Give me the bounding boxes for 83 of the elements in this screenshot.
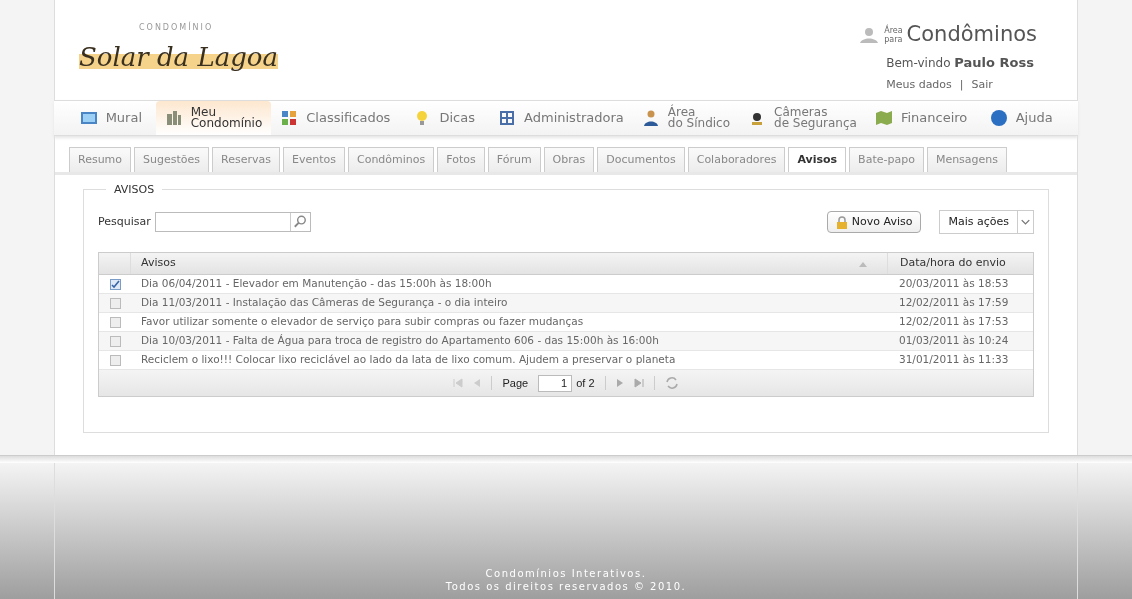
page-label: Page: [502, 375, 529, 391]
lock-icon: [835, 215, 848, 229]
nav-item[interactable]: Classificados: [271, 101, 400, 135]
notice-cell-text: Dia 10/03/2011 - Falta de Água para troca de registro do Apartamento 606 - das 15:00h às 16:00h: [140, 333, 660, 349]
notice-cell-text: Dia 11/03/2011 - Instalação das Câmeras de Segurança - o dia inteiro: [140, 295, 509, 311]
user-name: Paulo Ross: [954, 55, 1034, 70]
notice-cell-text: Reciclem o lixo!!! Colocar lixo reciclável ao lado da lata de lixo comum. Ajudem a preservar o planeta: [140, 352, 677, 368]
column-header[interactable]: Data/hora do envio: [887, 253, 1033, 274]
person-icon: [641, 109, 660, 127]
nav-label: Dicas: [439, 109, 475, 128]
row-checkbox[interactable]: [109, 297, 121, 309]
row-checkbox[interactable]: [109, 354, 121, 366]
nav-label: Ajuda: [1015, 109, 1053, 128]
tab[interactable]: Condôminos: [347, 147, 435, 172]
nav-label: de Segurança: [774, 118, 857, 129]
last-page-icon[interactable]: [633, 378, 644, 388]
row-checkbox[interactable]: [109, 316, 121, 328]
buildings-icon: [164, 109, 183, 127]
nav-item[interactable]: Dicas: [399, 101, 490, 135]
map-icon: [874, 109, 893, 127]
previous-page-icon[interactable]: [473, 378, 482, 388]
refresh-icon[interactable]: [664, 376, 679, 390]
area-label: Área: [884, 25, 903, 35]
sort-icon[interactable]: [859, 260, 867, 267]
grid-icon: [280, 109, 299, 127]
profile-link[interactable]: Meus dados: [886, 76, 952, 93]
more-actions-dropdown[interactable]: Mais ações: [939, 210, 1034, 234]
new-notice-button[interactable]: Novo Aviso: [826, 211, 922, 233]
notice-cell-text: Favor utilizar somente o elevador de serviço para subir compras ou fazer mudanças: [140, 314, 585, 330]
date-cell-text: 12/02/2011 às 17:53: [898, 314, 1010, 330]
footer-text: Todos os direitos reservados © 2010.: [445, 580, 687, 593]
area-label-for: para: [884, 34, 903, 44]
tab[interactable]: Bate-papo: [849, 147, 924, 172]
nav-label: Condomínio: [190, 118, 263, 129]
date-cell-text: 31/01/2011 às 11:33: [898, 352, 1010, 368]
nav-item[interactable]: Câmeras de Segurança: [739, 101, 866, 135]
row-checkbox[interactable]: [109, 278, 121, 290]
date-cell-text: 12/02/2011 às 17:59: [898, 295, 1010, 311]
nav-item[interactable]: Administradora: [489, 101, 633, 135]
notice-cell-text: Dia 06/04/2011 - Elevador em Manutenção - das 15:00h às 18:00h: [140, 276, 493, 292]
tab[interactable]: Fórum: [487, 147, 541, 172]
first-page-icon[interactable]: [453, 378, 464, 388]
nav-label: Câmeras: [774, 107, 828, 118]
nav-item[interactable]: Mural: [66, 101, 156, 135]
area-title: Condôminos: [906, 24, 1037, 45]
search-label: Pesquisar: [98, 213, 151, 230]
date-cell-text: 01/03/2011 às 10:24: [898, 333, 1010, 349]
welcome-text: Bem-vindo: [886, 56, 952, 70]
nav-item[interactable]: Meu Condomínio: [155, 101, 272, 135]
nav-label: Mural: [105, 109, 143, 128]
tab[interactable]: Fotos: [437, 147, 485, 172]
next-page-icon[interactable]: [615, 378, 624, 388]
search-field[interactable]: [154, 212, 311, 232]
row-checkbox[interactable]: [109, 335, 121, 347]
picture-frame-icon: [79, 109, 98, 127]
tab[interactable]: Reservas: [212, 147, 280, 172]
page-count: of 2: [576, 375, 595, 391]
tab[interactable]: Sugestões: [134, 147, 210, 172]
nav-item[interactable]: Área do Síndico: [632, 101, 740, 135]
logout-link[interactable]: Sair: [971, 76, 993, 93]
network-icon: [498, 109, 517, 127]
tab[interactable]: Colaboradores: [687, 147, 786, 172]
footer-text: Condomínios Interativos.: [485, 567, 647, 580]
nav-label: Meu: [190, 107, 217, 118]
tab[interactable]: Eventos: [283, 147, 345, 172]
nav-label: Classificados: [306, 109, 391, 128]
tab[interactable]: Resumo: [69, 147, 132, 172]
page-field[interactable]: 1: [538, 374, 573, 392]
link-separator: |: [959, 76, 964, 93]
tab[interactable]: Avisos: [788, 147, 847, 172]
user-icon: [858, 26, 881, 43]
tab[interactable]: Mensagens: [926, 147, 1008, 172]
nav-label: Financeiro: [900, 109, 968, 128]
tab[interactable]: Documentos: [597, 147, 685, 172]
nav-item[interactable]: Ajuda: [976, 101, 1066, 135]
caret-icon: [1017, 211, 1033, 233]
column-header[interactable]: Avisos: [131, 255, 859, 272]
nav-label: do Síndico: [667, 118, 731, 129]
date-cell-text: 20/03/2011 às 18:53: [898, 276, 1010, 292]
tab[interactable]: Obras: [543, 147, 595, 172]
nav-item[interactable]: Financeiro: [865, 101, 977, 135]
nav-label: Administradora: [524, 109, 624, 128]
logo-caption: CONDOMÍNIO: [138, 20, 215, 34]
